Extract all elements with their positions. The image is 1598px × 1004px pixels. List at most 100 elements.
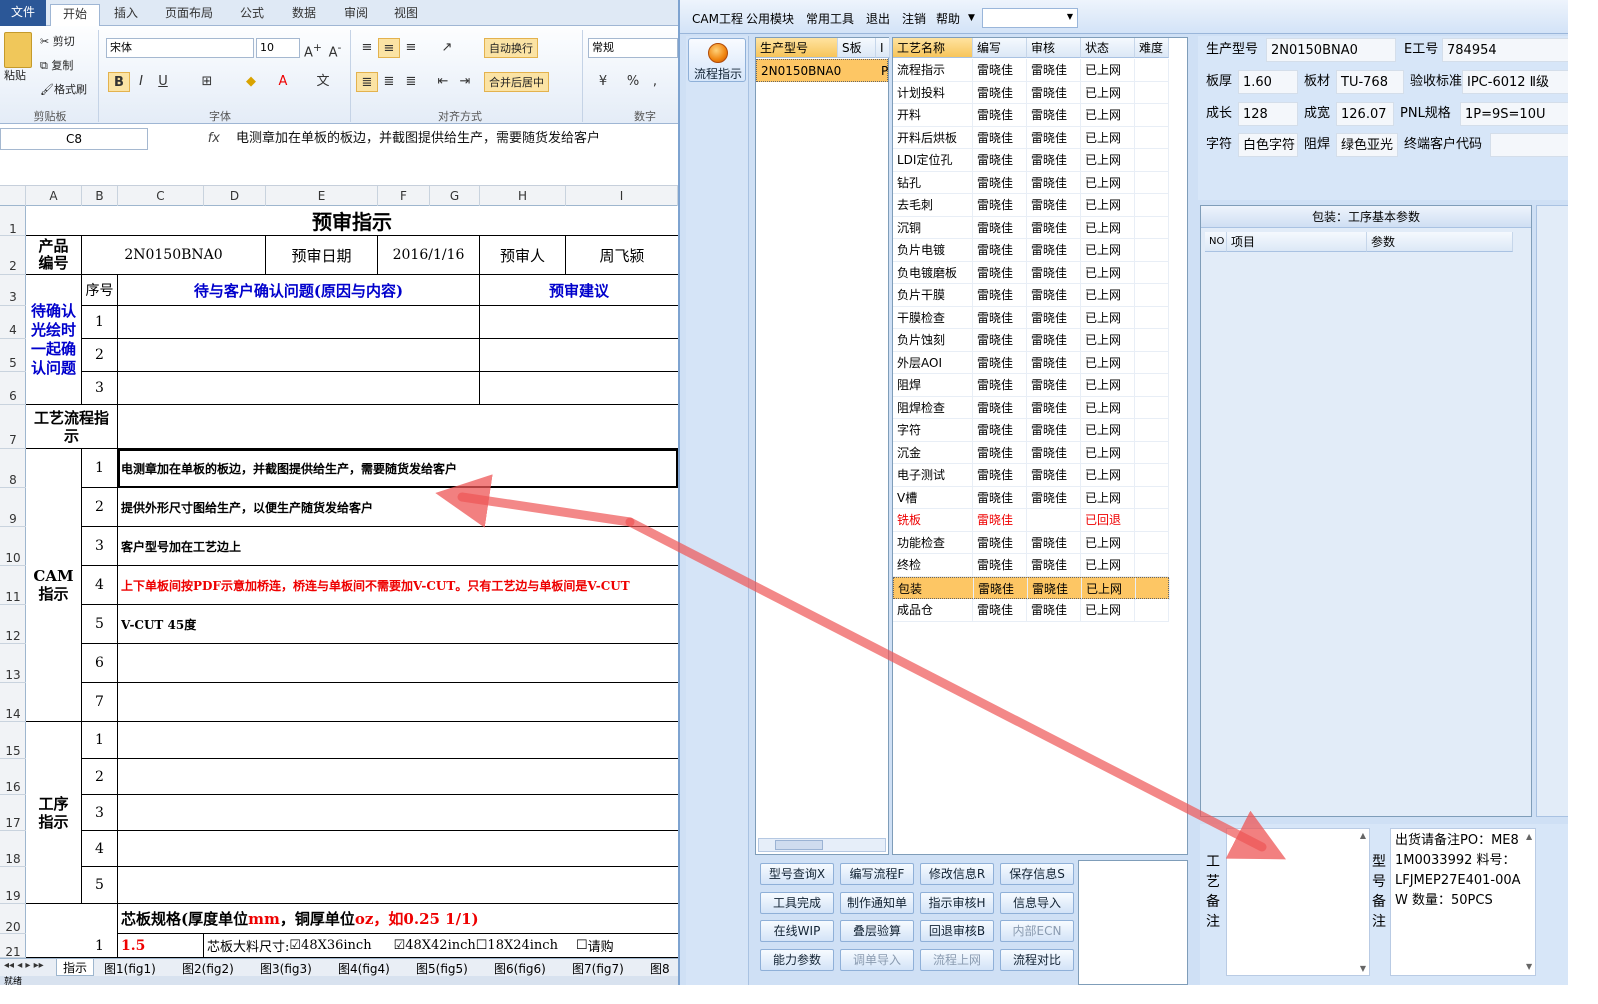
- scroll-down-icon[interactable]: ▼: [1526, 962, 1532, 971]
- action-button[interactable]: 叠层验算: [840, 920, 914, 942]
- action-button[interactable]: 工具完成: [760, 891, 834, 914]
- underline-icon[interactable]: U: [152, 72, 174, 92]
- fx-icon[interactable]: fx: [152, 128, 224, 150]
- param-col-value[interactable]: 参数: [1367, 232, 1513, 252]
- col-header-i[interactable]: I: [876, 38, 890, 58]
- comma-icon[interactable]: ,: [644, 72, 666, 92]
- process-row[interactable]: 沉铜 雷晓佳 雷晓佳 已上网: [893, 216, 1169, 239]
- row-header[interactable]: 5: [0, 339, 26, 372]
- standard-value[interactable]: IPC-6012 Ⅱ级: [1462, 70, 1568, 94]
- row-header[interactable]: 1: [0, 206, 26, 236]
- process-row[interactable]: 干膜检查 雷晓佳 雷晓佳 已上网: [893, 306, 1169, 329]
- formula-input[interactable]: 电测章加在单板的板边，并截图提供给生产，需要随货发给客户: [236, 128, 600, 150]
- col-header-s[interactable]: S板: [838, 38, 876, 58]
- issue-header[interactable]: 待与客户确认问题(原因与内容): [118, 275, 480, 306]
- seq-cell[interactable]: 1: [82, 449, 118, 488]
- model-note-textarea[interactable]: 出货请备注PO：ME81M0033992 料号：LFJMEP27E401-00A…: [1390, 828, 1536, 976]
- wrap-text-button[interactable]: 自动换行: [484, 38, 538, 58]
- align-center-icon[interactable]: ≣: [378, 72, 400, 92]
- checkbox-checked-icon[interactable]: ☑: [394, 938, 406, 953]
- sheet-tab[interactable]: 图5(fig5): [416, 960, 468, 977]
- font-color-icon[interactable]: A: [272, 72, 294, 92]
- process-row[interactable]: 字符 雷晓佳 雷晓佳 已上网: [893, 419, 1169, 442]
- row-header[interactable]: 20: [0, 904, 26, 934]
- process-row[interactable]: 负片蚀刻 雷晓佳 雷晓佳 已上网: [893, 329, 1169, 352]
- row-header[interactable]: 14: [0, 683, 26, 722]
- row-header[interactable]: 17: [0, 795, 26, 831]
- core-spec-header[interactable]: 芯板规格(厚度单位 mm ，铜厚单位 oz ，如0.25 1/1): [118, 904, 678, 934]
- row-header[interactable]: 12: [0, 605, 26, 644]
- scroll-up-icon[interactable]: ▲: [1526, 832, 1532, 841]
- reviewer-label[interactable]: 预审人: [480, 236, 566, 275]
- action-button[interactable]: 制作通知单: [840, 891, 914, 914]
- align-left-icon[interactable]: ≣: [356, 72, 378, 92]
- length-value[interactable]: 128: [1238, 102, 1298, 126]
- eno-value[interactable]: 784954: [1442, 38, 1568, 62]
- menu-tools[interactable]: 常用工具: [806, 10, 854, 27]
- process-row[interactable]: V槽 雷晓佳 雷晓佳 已上网: [893, 486, 1169, 509]
- action-button[interactable]: 流程对比: [1000, 948, 1074, 971]
- phonetic-icon[interactable]: 文: [312, 72, 334, 92]
- sheet-tab[interactable]: 图8: [650, 960, 670, 977]
- seq-cell[interactable]: 1: [82, 934, 118, 958]
- process-row[interactable]: 计划投料 雷晓佳 雷晓佳 已上网: [893, 81, 1169, 104]
- number-format-select[interactable]: 常规: [588, 38, 678, 58]
- horizontal-scrollbar[interactable]: [758, 838, 886, 852]
- seq-cell[interactable]: 3: [82, 795, 118, 831]
- action-button[interactable]: 在线WIP: [760, 920, 834, 942]
- menu-exit[interactable]: 退出: [866, 10, 890, 27]
- seq-cell[interactable]: 4: [82, 831, 118, 867]
- column-header[interactable]: E: [266, 186, 378, 206]
- action-button[interactable]: 指示审核H: [920, 891, 994, 914]
- action-button[interactable]: 流程上网: [920, 948, 994, 971]
- chevron-down-icon[interactable]: ▼: [968, 13, 975, 23]
- tab-review[interactable]: 审阅: [334, 4, 378, 26]
- mask-value[interactable]: 绿色亚光: [1336, 133, 1398, 157]
- tab-insert[interactable]: 插入: [104, 4, 148, 26]
- scroll-thumb[interactable]: [775, 840, 823, 850]
- seq-header[interactable]: 序号: [82, 275, 118, 306]
- step-cell[interactable]: [118, 795, 678, 831]
- process-row[interactable]: 成品仓 雷晓佳 雷晓佳 已上网: [893, 599, 1169, 622]
- scroll-up-icon[interactable]: ▲: [1360, 831, 1366, 840]
- review-date-label[interactable]: 预审日期: [266, 236, 378, 275]
- sheet-tab[interactable]: 图6(fig6): [494, 960, 546, 977]
- process-row[interactable]: 功能检查 雷晓佳 雷晓佳 已上网: [893, 531, 1169, 554]
- row-header[interactable]: 9: [0, 488, 26, 527]
- param-col-no[interactable]: NO: [1205, 232, 1227, 252]
- column-header[interactable]: D: [204, 186, 266, 206]
- seq-cell[interactable]: 1: [82, 722, 118, 759]
- checkbox-checked-icon[interactable]: ☑: [289, 938, 301, 953]
- sheet-tab-active[interactable]: 指示: [56, 959, 95, 976]
- col-header-status[interactable]: 状态: [1081, 38, 1135, 58]
- format-painter-button[interactable]: 🖌格式刷: [40, 80, 87, 100]
- process-row[interactable]: 终检 雷晓佳 雷晓佳 已上网: [893, 554, 1169, 577]
- customer-code-value[interactable]: [1490, 133, 1568, 157]
- advice-header[interactable]: 预审建议: [480, 275, 678, 306]
- core-size-cell[interactable]: 芯板大料尺寸: ☑ 48X36inch ☑ 48X42inch ☐ 18X24inch…: [204, 934, 678, 958]
- menu-help[interactable]: 帮助: [936, 10, 960, 27]
- pnl-value[interactable]: 1P=9S=10U: [1460, 102, 1568, 126]
- tab-page-layout[interactable]: 页面布局: [156, 4, 222, 26]
- percent-icon[interactable]: %: [622, 72, 644, 92]
- process-row[interactable]: 沉金 雷晓佳 雷晓佳 已上网: [893, 441, 1169, 464]
- seq-cell[interactable]: 4: [82, 566, 118, 605]
- cam-cell[interactable]: 客户型号加在工艺边上: [118, 527, 678, 566]
- tab-view[interactable]: 视图: [386, 4, 426, 26]
- flow-instruction-button[interactable]: 流程指示: [688, 38, 746, 82]
- row-header[interactable]: 18: [0, 831, 26, 867]
- align-middle-icon[interactable]: ≡: [378, 38, 400, 58]
- process-note-textarea[interactable]: ▲ ▼: [1226, 828, 1370, 976]
- row-header[interactable]: 8: [0, 449, 26, 488]
- cam-label[interactable]: CAM指示: [26, 449, 82, 722]
- row-header[interactable]: 13: [0, 644, 26, 683]
- border-icon[interactable]: ⊞: [196, 72, 218, 92]
- product-no-label[interactable]: 产品编号: [26, 236, 82, 275]
- row-header[interactable]: 4: [0, 306, 26, 339]
- row-header[interactable]: 21: [0, 934, 26, 959]
- row-header[interactable]: 6: [0, 372, 26, 405]
- step-label[interactable]: 工序指示: [26, 722, 82, 904]
- fill-color-icon[interactable]: ◆: [240, 72, 262, 92]
- column-header[interactable]: C: [118, 186, 204, 206]
- paste-icon[interactable]: [4, 32, 32, 68]
